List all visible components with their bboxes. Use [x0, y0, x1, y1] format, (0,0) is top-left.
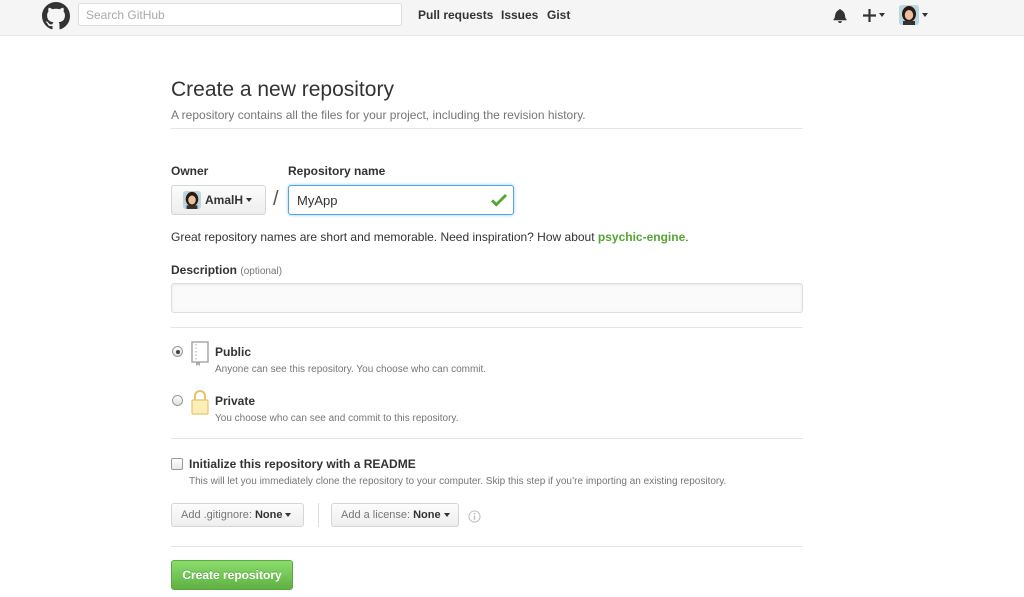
suggested-name-link[interactable]: psychic-engine: [598, 230, 685, 244]
repo-name-hint: Great repository names are short and mem…: [171, 230, 689, 244]
readme-description: This will let you immediately clone the …: [189, 476, 727, 487]
divider: [171, 546, 803, 547]
search-input[interactable]: [78, 3, 402, 26]
license-dropdown[interactable]: Add a license: None: [331, 503, 459, 527]
page-subtitle: A repository contains all the files for …: [171, 108, 586, 122]
public-description: Anyone can see this repository. You choo…: [215, 364, 487, 375]
description-input[interactable]: [171, 283, 803, 313]
check-icon: [491, 194, 507, 207]
readme-checkbox[interactable]: [171, 458, 183, 470]
repo-icon: [191, 341, 209, 366]
nav-issues[interactable]: Issues: [501, 8, 538, 22]
readme-label[interactable]: Initialize this repository with a README: [189, 457, 416, 471]
repo-name-input[interactable]: [288, 185, 514, 215]
divider: [171, 327, 803, 328]
create-new-dropdown[interactable]: [863, 4, 885, 26]
divider: [171, 128, 803, 129]
description-label: Description (optional): [171, 263, 283, 277]
owner-select[interactable]: AmalH: [171, 185, 266, 215]
user-menu-dropdown[interactable]: [899, 4, 928, 26]
private-title: Private: [215, 394, 256, 408]
page-title: Create a new repository: [171, 78, 394, 101]
divider: [171, 438, 803, 439]
chevron-down-icon: [879, 13, 885, 17]
chevron-down-icon: [922, 13, 928, 17]
bell-icon: [833, 8, 847, 23]
public-radio[interactable]: [172, 346, 183, 357]
chevron-down-icon: [246, 198, 253, 202]
chevron-down-icon: [443, 513, 450, 517]
lock-icon: [191, 390, 209, 415]
owner-name: AmalH: [205, 193, 244, 207]
private-description: You choose who can see and commit to thi…: [215, 413, 459, 424]
owner-label: Owner: [171, 164, 209, 178]
gitignore-dropdown[interactable]: Add .gitignore: None: [171, 503, 304, 527]
avatar: [899, 5, 919, 25]
avatar: [183, 191, 201, 209]
nav-gist[interactable]: Gist: [547, 8, 570, 22]
info-icon[interactable]: [468, 510, 481, 523]
owner-repo-separator: /: [273, 188, 279, 210]
plus-icon: [863, 8, 876, 22]
create-repository-button[interactable]: Create repository: [171, 560, 293, 590]
public-title: Public: [215, 345, 252, 359]
nav-pull-requests[interactable]: Pull requests: [418, 8, 493, 22]
notifications-button[interactable]: [833, 4, 847, 26]
chevron-down-icon: [285, 513, 292, 517]
divider: [318, 503, 319, 527]
repo-name-label: Repository name: [288, 164, 386, 178]
optional-note: (optional): [240, 266, 283, 277]
github-logo-icon[interactable]: [42, 2, 70, 30]
top-header: Pull requests Issues Gist: [0, 0, 1024, 36]
private-radio[interactable]: [172, 395, 183, 406]
